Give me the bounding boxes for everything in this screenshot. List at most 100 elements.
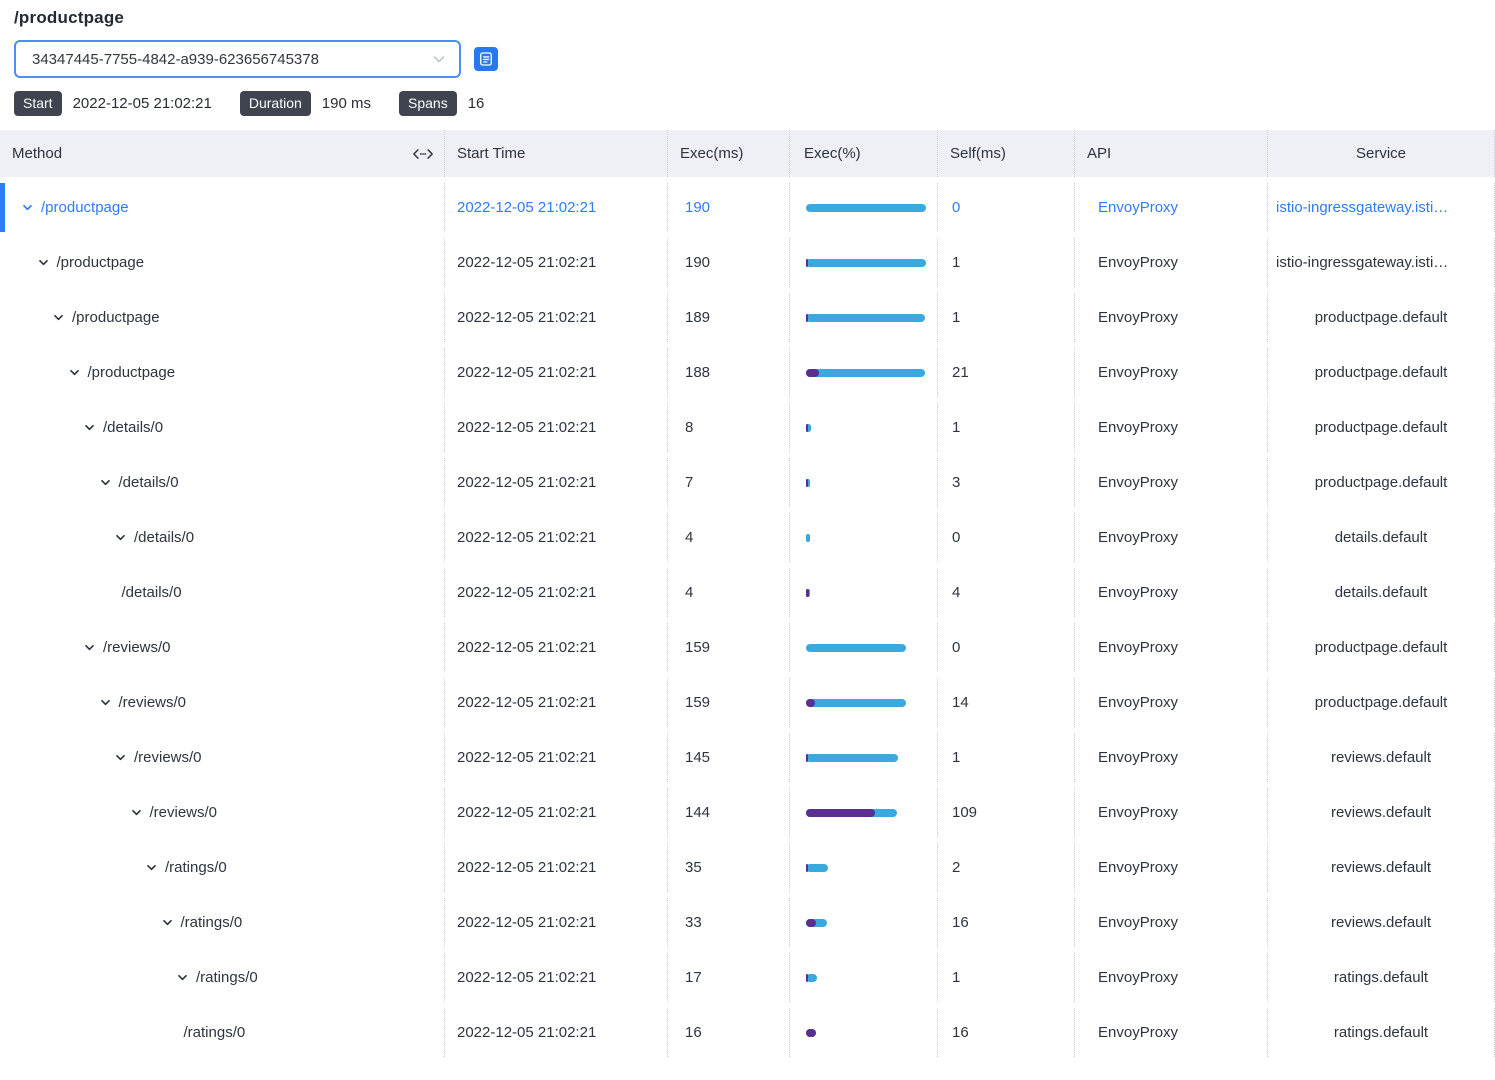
start-time-cell: 2022-12-05 21:02:21 (445, 953, 668, 1002)
table-body: /productpage 2022-12-05 21:02:21 190 0 E… (0, 183, 1495, 1057)
start-time-cell: 2022-12-05 21:02:21 (445, 348, 668, 397)
span-row[interactable]: /reviews/0 2022-12-05 21:02:21 159 0 Env… (0, 623, 1495, 672)
span-row[interactable]: /ratings/0 2022-12-05 21:02:21 17 1 Envo… (0, 953, 1495, 1002)
self-ms-cell: 0 (938, 513, 1075, 562)
span-row[interactable]: /ratings/0 2022-12-05 21:02:21 16 16 Env… (0, 1008, 1495, 1057)
column-resize-icon[interactable] (412, 148, 434, 160)
api-cell: EnvoyProxy (1075, 898, 1268, 947)
method-cell[interactable]: /reviews/0 (0, 788, 445, 837)
method-label: /details/0 (134, 529, 194, 546)
start-time-cell: 2022-12-05 21:02:21 (445, 183, 668, 232)
copy-trace-id-button[interactable] (474, 47, 498, 71)
span-row[interactable]: /productpage 2022-12-05 21:02:21 188 21 … (0, 348, 1495, 397)
method-cell[interactable]: /productpage (0, 238, 445, 287)
chevron-down-icon[interactable] (114, 531, 127, 544)
method-label: /ratings/0 (165, 859, 227, 876)
exec-ms-cell: 33 (668, 898, 790, 947)
chevron-down-icon[interactable] (68, 366, 81, 379)
api-cell: EnvoyProxy (1075, 238, 1268, 287)
service-cell: productpage.default (1268, 623, 1495, 672)
duration-value: 190 ms (322, 95, 371, 112)
start-time-cell: 2022-12-05 21:02:21 (445, 788, 668, 837)
span-row[interactable]: /reviews/0 2022-12-05 21:02:21 144 109 E… (0, 788, 1495, 837)
method-cell[interactable]: /reviews/0 (0, 678, 445, 727)
api-cell: EnvoyProxy (1075, 733, 1268, 782)
method-cell[interactable]: /ratings/0 (0, 1008, 445, 1057)
span-row[interactable]: /productpage 2022-12-05 21:02:21 190 0 E… (0, 183, 1495, 232)
exec-bar (806, 204, 926, 212)
exec-pct-cell (790, 293, 938, 342)
trace-id-select[interactable]: 34347445-7755-4842-a939-623656745378 (14, 40, 461, 78)
method-label: /productpage (88, 364, 176, 381)
exec-bar (806, 644, 906, 652)
span-row[interactable]: /ratings/0 2022-12-05 21:02:21 35 2 Envo… (0, 843, 1495, 892)
spans-value: 16 (468, 95, 485, 112)
column-header-service: Service (1268, 130, 1495, 177)
method-cell[interactable]: /productpage (0, 348, 445, 397)
chevron-down-icon[interactable] (114, 751, 127, 764)
method-cell[interactable]: /ratings/0 (0, 898, 445, 947)
chevron-down-icon[interactable] (83, 641, 96, 654)
method-cell[interactable]: /productpage (0, 183, 445, 232)
method-cell[interactable]: /reviews/0 (0, 733, 445, 782)
start-time-cell: 2022-12-05 21:02:21 (445, 293, 668, 342)
exec-ms-cell: 159 (668, 678, 790, 727)
exec-ms-cell: 188 (668, 348, 790, 397)
method-cell[interactable]: /details/0 (0, 568, 445, 617)
column-header-method-label: Method (12, 145, 62, 162)
span-row[interactable]: /ratings/0 2022-12-05 21:02:21 33 16 Env… (0, 898, 1495, 947)
span-row[interactable]: /reviews/0 2022-12-05 21:02:21 159 14 En… (0, 678, 1495, 727)
chevron-down-icon[interactable] (21, 201, 34, 214)
exec-bar (806, 479, 810, 487)
summary-spans: Spans 16 (399, 91, 484, 116)
chevron-down-icon[interactable] (37, 256, 50, 269)
method-label: /productpage (41, 199, 129, 216)
span-row[interactable]: /details/0 2022-12-05 21:02:21 7 3 Envoy… (0, 458, 1495, 507)
method-cell[interactable]: /ratings/0 (0, 843, 445, 892)
chevron-down-icon[interactable] (99, 696, 112, 709)
self-ms-cell: 4 (938, 568, 1075, 617)
span-row[interactable]: /details/0 2022-12-05 21:02:21 4 4 Envoy… (0, 568, 1495, 617)
start-time-cell: 2022-12-05 21:02:21 (445, 678, 668, 727)
method-cell[interactable]: /details/0 (0, 458, 445, 507)
span-row[interactable]: /details/0 2022-12-05 21:02:21 4 0 Envoy… (0, 513, 1495, 562)
span-row[interactable]: /details/0 2022-12-05 21:02:21 8 1 Envoy… (0, 403, 1495, 452)
method-label: /details/0 (103, 419, 163, 436)
summary-duration: Duration 190 ms (240, 91, 371, 116)
chevron-down-icon[interactable] (161, 916, 174, 929)
method-label: /reviews/0 (150, 804, 218, 821)
span-row[interactable]: /productpage 2022-12-05 21:02:21 189 1 E… (0, 293, 1495, 342)
chevron-down-icon[interactable] (52, 311, 65, 324)
api-cell: EnvoyProxy (1075, 293, 1268, 342)
trace-detail-panel: /productpage 34347445-7755-4842-a939-623… (0, 0, 1495, 116)
chevron-down-icon[interactable] (83, 421, 96, 434)
span-row[interactable]: /productpage 2022-12-05 21:02:21 190 1 E… (0, 238, 1495, 287)
exec-bar (806, 259, 926, 267)
start-time-cell: 2022-12-05 21:02:21 (445, 403, 668, 452)
start-time-cell: 2022-12-05 21:02:21 (445, 458, 668, 507)
exec-pct-cell (790, 733, 938, 782)
exec-bar (806, 314, 925, 322)
api-cell: EnvoyProxy (1075, 678, 1268, 727)
api-cell: EnvoyProxy (1075, 1008, 1268, 1057)
self-ms-cell: 1 (938, 953, 1075, 1002)
chevron-down-icon[interactable] (130, 806, 143, 819)
chevron-down-icon[interactable] (176, 971, 189, 984)
exec-pct-cell (790, 843, 938, 892)
method-cell[interactable]: /details/0 (0, 513, 445, 562)
span-row[interactable]: /reviews/0 2022-12-05 21:02:21 145 1 Env… (0, 733, 1495, 782)
method-cell[interactable]: /productpage (0, 293, 445, 342)
self-ms-cell: 16 (938, 898, 1075, 947)
service-cell: productpage.default (1268, 678, 1495, 727)
exec-ms-cell: 144 (668, 788, 790, 837)
method-label: /reviews/0 (134, 749, 202, 766)
method-label: /reviews/0 (103, 639, 171, 656)
spans-badge: Spans (399, 91, 457, 116)
method-cell[interactable]: /reviews/0 (0, 623, 445, 672)
chevron-down-icon[interactable] (145, 861, 158, 874)
method-cell[interactable]: /ratings/0 (0, 953, 445, 1002)
method-cell[interactable]: /details/0 (0, 403, 445, 452)
exec-bar (806, 369, 925, 377)
chevron-down-icon[interactable] (99, 476, 112, 489)
exec-bar (806, 809, 897, 817)
